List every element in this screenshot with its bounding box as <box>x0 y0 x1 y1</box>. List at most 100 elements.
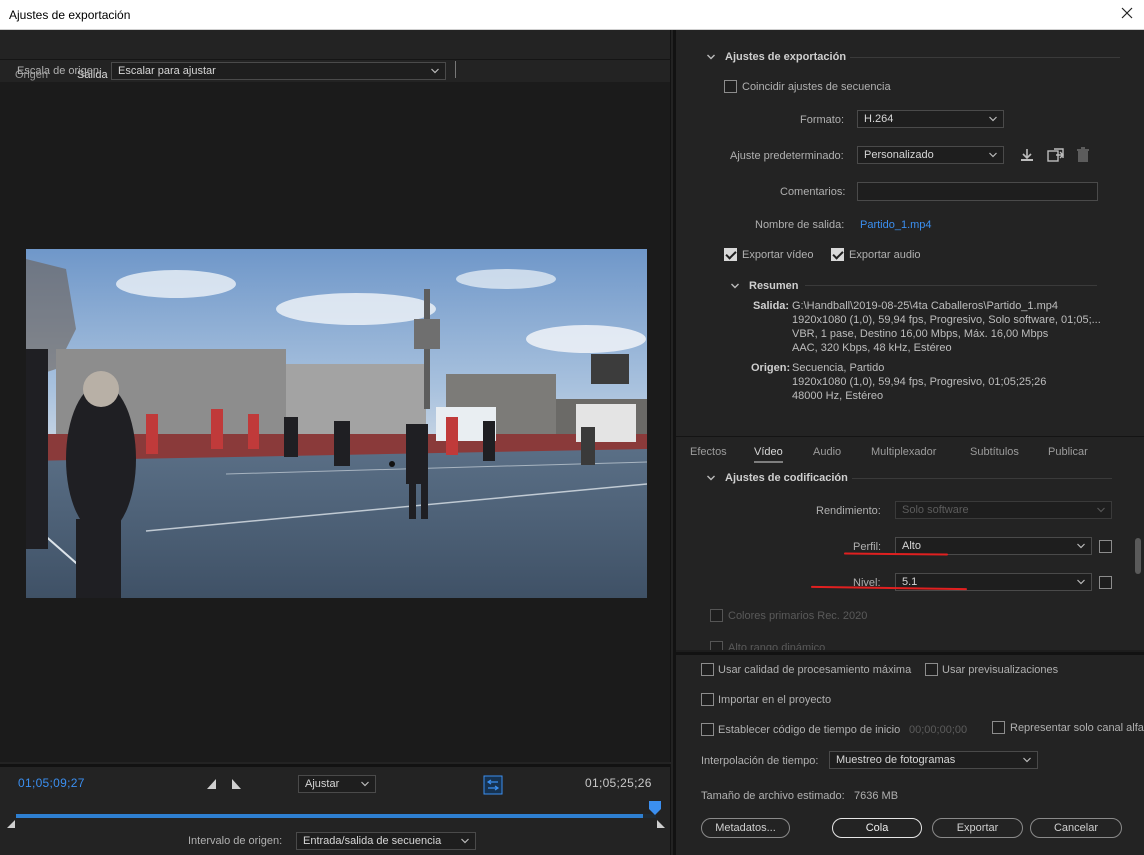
export-button[interactable]: Exportar <box>932 818 1023 838</box>
chevron-down-icon <box>431 68 439 74</box>
delete-preset-icon[interactable] <box>1075 147 1091 163</box>
import-project-checkbox[interactable] <box>701 693 714 706</box>
profile-value: Alto <box>902 540 921 552</box>
tab-multiplexador[interactable]: Multiplexador <box>871 446 936 458</box>
tab-publicar[interactable]: Publicar <box>1048 446 1088 458</box>
profile-edit-checkbox[interactable] <box>1099 540 1112 553</box>
export-settings-title: Ajustes de exportación <box>725 51 847 63</box>
export-video-checkbox[interactable] <box>724 248 737 261</box>
scrollbar-thumb[interactable] <box>1135 538 1141 574</box>
mark-in-icon[interactable] <box>206 778 218 790</box>
bottom-options-pane: Usar calidad de procesamiento máxima Usa… <box>676 652 1144 855</box>
hdr-checkbox <box>710 641 723 650</box>
source-range-dropdown[interactable]: Entrada/salida de secuencia <box>296 832 476 850</box>
summary-output-line: AAC, 320 Kbps, 48 kHz, Estéreo <box>792 342 952 354</box>
use-previews-checkbox[interactable] <box>925 663 938 676</box>
tab-subtitulos[interactable]: Subtítulos <box>970 446 1019 458</box>
match-sequence-checkbox[interactable] <box>724 80 737 93</box>
start-timecode-label: Establecer código de tiempo de inicio <box>718 724 901 736</box>
performance-dropdown: Solo software <box>895 501 1112 519</box>
chevron-down-icon <box>361 781 369 787</box>
time-interpolation-label: Interpolación de tiempo: <box>701 755 819 767</box>
fit-dropdown[interactable]: Ajustar <box>298 775 376 793</box>
timecode-out: 01;05;25;26 <box>585 776 652 790</box>
scale-dropdown[interactable]: Escalar para ajustar <box>111 62 446 80</box>
scale-label: Escala de origen: <box>17 65 102 77</box>
start-timecode-value: 00;00;00;00 <box>909 724 968 736</box>
export-audio-checkbox[interactable] <box>831 248 844 261</box>
chevron-down-icon <box>1097 507 1105 513</box>
time-interpolation-dropdown[interactable]: Muestreo de fotogramas <box>829 751 1038 769</box>
profile-annotation-underline <box>843 552 949 556</box>
preset-dropdown[interactable]: Personalizado <box>857 146 1004 164</box>
source-range-label: Intervalo de origen: <box>188 835 283 847</box>
profile-label: Perfil: <box>853 541 882 553</box>
hdr-label: Alto rango dinámico <box>728 642 826 650</box>
range-end-handle-icon[interactable] <box>656 819 666 829</box>
comments-input[interactable] <box>857 182 1098 201</box>
summary-source-line: 48000 Hz, Estéreo <box>792 390 884 402</box>
chevron-down-icon <box>461 838 469 844</box>
summary-source-label: Origen: <box>751 362 791 374</box>
timecode-in[interactable]: 01;05;09;27 <box>18 776 85 790</box>
alpha-only-checkbox[interactable] <box>992 721 1005 734</box>
performance-label: Rendimiento: <box>816 505 881 517</box>
scale-value: Escalar para ajustar <box>118 65 216 77</box>
encoding-settings-title: Ajustes de codificación <box>725 472 848 484</box>
playhead-icon[interactable] <box>648 800 662 816</box>
alpha-only-label: Representar solo canal alfa <box>1010 722 1144 734</box>
format-value: H.264 <box>864 113 894 125</box>
tab-efectos[interactable]: Efectos <box>690 446 727 458</box>
comments-label: Comentarios: <box>780 186 846 198</box>
export-audio-label: Exportar audio <box>849 249 921 261</box>
level-value: 5.1 <box>902 576 918 588</box>
mark-out-icon[interactable] <box>230 778 242 790</box>
chevron-down-icon <box>1023 757 1031 763</box>
format-label: Formato: <box>800 114 845 126</box>
fit-value: Ajustar <box>305 778 340 790</box>
summary-output-line: G:\Handball\2019-08-25\4ta Caballeros\Pa… <box>792 300 1058 312</box>
chevron-down-icon[interactable] <box>706 473 716 483</box>
max-quality-checkbox[interactable] <box>701 663 714 676</box>
start-timecode-checkbox[interactable] <box>701 723 714 736</box>
chevron-down-icon <box>1077 543 1085 549</box>
preset-value: Personalizado <box>864 149 934 161</box>
import-preset-icon[interactable] <box>1047 147 1065 163</box>
chevron-down-icon[interactable] <box>706 52 716 62</box>
aspect-ratio-icon[interactable] <box>483 775 503 795</box>
chevron-down-icon <box>989 152 997 158</box>
encoding-settings-pane: Ajustes de codificación Rendimiento: Sol… <box>676 464 1144 650</box>
tab-video[interactable]: Vídeo <box>754 446 783 463</box>
chevron-down-icon[interactable] <box>730 281 740 291</box>
source-range-value: Entrada/salida de secuencia <box>303 835 442 847</box>
range-start-handle-icon[interactable] <box>6 819 16 829</box>
summary-output-label: Salida: <box>753 300 790 312</box>
timeline-track[interactable] <box>16 814 656 818</box>
settings-tabs: Efectos Vídeo Audio Multiplexador Subtít… <box>676 436 1144 464</box>
summary-source-line: 1920x1080 (1,0), 59,94 fps, Progresivo, … <box>792 376 1047 388</box>
video-frame <box>26 249 647 598</box>
close-icon[interactable] <box>1118 4 1136 22</box>
summary-title: Resumen <box>749 280 799 292</box>
performance-value: Solo software <box>902 504 969 516</box>
metadata-button[interactable]: Metadatos... <box>701 818 790 838</box>
use-previews-label: Usar previsualizaciones <box>942 664 1059 676</box>
text-cursor <box>455 61 456 78</box>
tab-audio[interactable]: Audio <box>813 446 841 458</box>
chevron-down-icon <box>989 116 997 122</box>
title-bar: Ajustes de exportación <box>0 0 1144 30</box>
output-name-link[interactable]: Partido_1.mp4 <box>860 219 932 231</box>
file-size-label: Tamaño de archivo estimado: <box>701 790 845 802</box>
rec2020-checkbox <box>710 609 723 622</box>
import-project-label: Importar en el proyecto <box>718 694 832 706</box>
save-preset-icon[interactable] <box>1019 147 1035 163</box>
level-edit-checkbox[interactable] <box>1099 576 1112 589</box>
preset-label: Ajuste predeterminado: <box>730 150 844 162</box>
timeline-bar: 01;05;09;27 Ajustar 01;05;25;26 Interval… <box>0 764 671 855</box>
output-name-label: Nombre de salida: <box>755 219 845 231</box>
queue-button[interactable]: Cola <box>832 818 922 838</box>
chevron-down-icon <box>1077 579 1085 585</box>
format-dropdown[interactable]: H.264 <box>857 110 1004 128</box>
summary-source-line: Secuencia, Partido <box>792 362 885 374</box>
cancel-button[interactable]: Cancelar <box>1030 818 1122 838</box>
